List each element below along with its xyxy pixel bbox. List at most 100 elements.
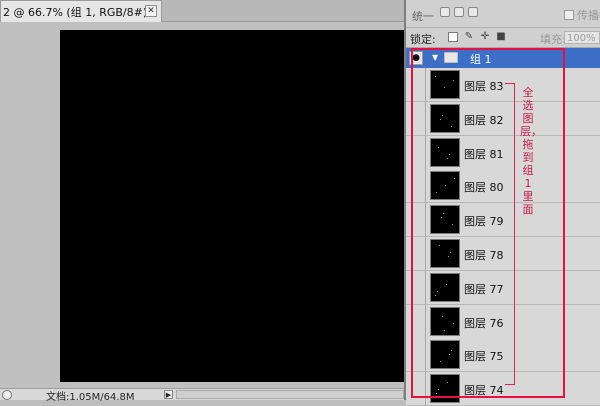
thumbnail-dot xyxy=(443,213,444,215)
lock-brush-icon[interactable]: ✎ xyxy=(464,32,474,42)
unify-position-icon[interactable] xyxy=(440,7,450,17)
thumbnail-dot xyxy=(441,217,442,219)
thumbnail-dot xyxy=(436,192,437,194)
thumbnail-dot xyxy=(435,76,436,77)
visibility-toggle[interactable] xyxy=(406,169,426,203)
thumbnail-dot xyxy=(446,283,447,285)
thumbnail-dot xyxy=(438,389,439,391)
thumbnail-dot xyxy=(450,252,451,253)
layer-thumbnail xyxy=(430,205,460,235)
lock-label: 锁定: xyxy=(410,33,436,46)
thumbnail-dot xyxy=(451,350,452,352)
document-tab-title: 2 @ 66.7% (组 1, RGB/8#) * xyxy=(3,5,157,19)
thumbnail-dot xyxy=(453,80,454,81)
thumbnail-dot xyxy=(445,185,446,187)
layer-row[interactable]: 图层 80 xyxy=(406,169,600,204)
thumbnail-dot xyxy=(439,245,440,246)
unify-icons xyxy=(440,7,478,17)
tab-strip xyxy=(162,0,404,22)
close-icon[interactable]: ✕ xyxy=(145,5,157,17)
layer-thumbnail xyxy=(430,137,460,167)
layer-name: 图层 81 xyxy=(464,147,504,161)
document-tab[interactable]: 2 @ 66.7% (组 1, RGB/8#) * ✕ xyxy=(0,0,162,22)
thumbnail-dot xyxy=(442,114,443,116)
annotation-text: 全选图层，拖到组1里面 xyxy=(520,86,542,216)
thumbnail-dot xyxy=(438,146,439,148)
folder-icon xyxy=(444,52,458,63)
layer-name: 图层 77 xyxy=(464,282,504,296)
layer-row[interactable]: 图层 78 xyxy=(406,237,600,271)
thumbnail-dot xyxy=(440,118,441,120)
lock-move-icon[interactable]: ✛ xyxy=(480,32,490,42)
thumbnail-dot xyxy=(453,322,454,324)
propagate-checkbox[interactable] xyxy=(564,10,574,20)
layer-row[interactable]: 图层 75 xyxy=(406,338,600,373)
group-row[interactable]: ● ▼ 组 1 xyxy=(406,48,600,68)
thumbnail-dot xyxy=(447,157,448,159)
layer-row[interactable]: 图层 81 xyxy=(406,135,600,170)
thumbnail-dot xyxy=(449,354,450,356)
visibility-toggle[interactable] xyxy=(406,101,426,135)
visibility-toggle[interactable] xyxy=(406,203,426,237)
unify-visibility-icon[interactable] xyxy=(454,7,464,17)
propagate-frame[interactable]: 传播帧 xyxy=(564,7,600,23)
layer-name: 图层 80 xyxy=(464,181,504,195)
document-info: 文档:1.05M/64.8M xyxy=(46,392,135,403)
thumbnail-dot xyxy=(449,153,450,155)
layer-row[interactable]: 图层 77 xyxy=(406,270,600,305)
thumbnail-dot xyxy=(447,382,448,384)
layer-thumbnail xyxy=(430,306,460,336)
thumbnail-dot xyxy=(442,315,443,317)
thumbnail-dot xyxy=(454,178,455,180)
layer-thumbnail xyxy=(430,239,460,268)
layer-thumbnail xyxy=(430,272,460,302)
visibility-toggle[interactable] xyxy=(406,372,426,406)
document-canvas[interactable] xyxy=(60,30,405,382)
thumbnail-dot xyxy=(451,125,452,127)
fill-label: 填充: xyxy=(540,33,566,46)
layer-row[interactable]: 图层 76 xyxy=(406,304,600,339)
layer-name: 图层 78 xyxy=(464,249,504,262)
layers-panel: 统一 传播帧 锁定: ✎ ✛ ■ 填充: 100% ● ▼ 组 1 图层 83 图… xyxy=(404,0,600,406)
layer-row[interactable]: 图层 79 xyxy=(406,203,600,238)
status-bar: 文档:1.05M/64.8M ▶ xyxy=(0,388,404,403)
fill-input[interactable]: 100% xyxy=(564,31,600,44)
unify-row: 统一 传播帧 xyxy=(406,0,600,28)
thumbnail-dot xyxy=(444,87,445,88)
layer-name: 图层 83 xyxy=(464,80,504,93)
group-name: 组 1 xyxy=(470,53,492,66)
visibility-toggle[interactable] xyxy=(406,68,426,101)
lock-all-icon[interactable]: ■ xyxy=(496,32,506,42)
visibility-eye-icon[interactable]: ● xyxy=(409,51,423,65)
zoom-icon[interactable] xyxy=(2,390,12,400)
layer-thumbnail xyxy=(430,171,460,201)
chevron-down-icon[interactable]: ▼ xyxy=(432,53,438,62)
visibility-toggle[interactable] xyxy=(406,135,426,169)
layer-name: 图层 76 xyxy=(464,316,504,330)
visibility-toggle[interactable] xyxy=(406,237,426,270)
layer-thumbnail xyxy=(430,70,460,99)
layer-list: ● ▼ 组 1 图层 83 图层 82 图层 81 图层 80 图层 79 图层 78 图层… xyxy=(406,48,600,406)
layer-row[interactable]: 图层 74 xyxy=(406,372,600,406)
unify-label: 统一 xyxy=(412,10,434,23)
visibility-toggle[interactable] xyxy=(406,338,426,372)
propagate-label: 传播帧 xyxy=(577,9,600,22)
thumbnail-dot xyxy=(436,393,437,395)
layer-row[interactable]: 图层 82 xyxy=(406,101,600,136)
layer-thumbnail xyxy=(430,340,460,370)
lock-transparency-icon[interactable] xyxy=(448,32,458,42)
horizontal-scrollbar[interactable] xyxy=(176,390,404,399)
layer-thumbnail xyxy=(430,374,460,404)
thumbnail-dot xyxy=(448,256,449,257)
visibility-toggle[interactable] xyxy=(406,270,426,304)
layer-name: 图层 82 xyxy=(464,113,504,127)
layer-name: 图层 79 xyxy=(464,215,504,229)
layer-thumbnail xyxy=(430,103,460,133)
unify-style-icon[interactable] xyxy=(468,7,478,17)
thumbnail-dot xyxy=(440,361,441,363)
layer-row[interactable]: 图层 83 xyxy=(406,68,600,102)
visibility-toggle[interactable] xyxy=(406,304,426,338)
canvas-area xyxy=(0,22,405,388)
status-menu-arrow-icon[interactable]: ▶ xyxy=(164,390,173,399)
thumbnail-dot xyxy=(452,224,453,226)
